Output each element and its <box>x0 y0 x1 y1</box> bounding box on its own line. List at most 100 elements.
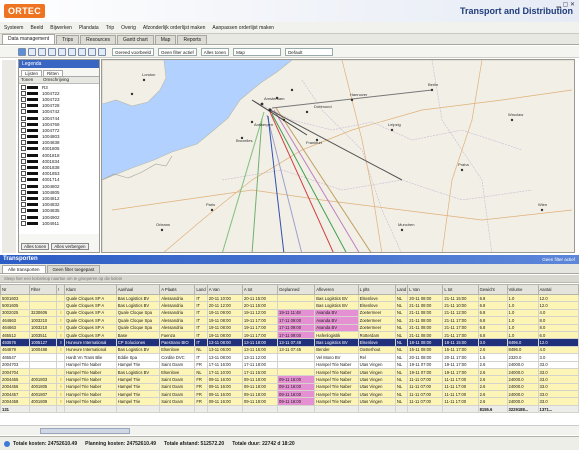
legend-col-omschrijving[interactable]: Omschrijving <box>43 77 69 83</box>
legend-checkbox[interactable] <box>21 220 26 226</box>
column-header[interactable]: Gewicht <box>477 284 508 295</box>
table-row[interactable]: 465512 1003511! Quale Cloques SP A Base Faen… <box>0 330 579 340</box>
horizontal-scrollbar[interactable] <box>0 425 579 435</box>
legend-checkbox[interactable] <box>21 165 26 171</box>
tab-map[interactable]: Map <box>154 35 177 44</box>
table-row[interactable]: 465547 Hardt Vn Trans Blie Eddie Spa Cordit… <box>0 353 579 362</box>
column-header[interactable]: Land <box>194 284 208 295</box>
legend-checkbox[interactable] <box>21 183 26 189</box>
column-header[interactable]: Aantal <box>537 284 579 295</box>
rectangle-tool-icon[interactable] <box>58 47 66 56</box>
tab-no-filter[interactable]: Geen filter toegepast <box>46 265 101 273</box>
column-header[interactable]: A Van <box>206 284 243 295</box>
column-header[interactable]: Aanhaal <box>115 284 161 295</box>
window-controls-icon[interactable]: ▁ ▢ ✕ <box>556 1 575 8</box>
column-header[interactable]: A tot <box>241 284 279 295</box>
select-tool-icon[interactable] <box>18 47 26 56</box>
legend-checkbox[interactable] <box>21 127 26 133</box>
table-row[interactable]: 5001605 Quale Cloques SP A Bas Logistics B… <box>0 301 579 310</box>
legend-checkbox[interactable] <box>21 177 26 183</box>
zoom-out-icon[interactable] <box>48 47 56 56</box>
legend-checkbox[interactable] <box>21 171 26 177</box>
table-row[interactable]: 493576 1005127! Huneure International CP So… <box>0 338 579 347</box>
legend-checkbox[interactable] <box>21 134 26 140</box>
show-all-button[interactable]: Alles tonen <box>21 243 50 250</box>
table-row[interactable]: 2004704 Hampel Trie Naber Bas Logistics BV… <box>0 367 579 377</box>
column-header[interactable]: Geplanned <box>277 284 316 295</box>
legend-tab-lijsten[interactable]: Lijsten <box>21 70 43 76</box>
menu-item-bijwerken[interactable]: Bijwerken <box>50 25 72 31</box>
legend-checkbox[interactable] <box>21 202 26 208</box>
column-header[interactable]: Nr <box>0 284 30 295</box>
column-header[interactable]: Filter <box>28 284 57 295</box>
table-row[interactable]: 3002025 3230606! Quale Cloques SP A Quale C… <box>0 308 579 318</box>
table-row[interactable]: 2004455 4001803! Hampel Trie Naber Hampel T… <box>0 375 579 384</box>
legend-col-tonen[interactable]: Tonen <box>19 77 43 83</box>
table-row[interactable]: 2004456 4001805! Hampel Trie Naber Hampel T… <box>0 382 579 392</box>
layers-icon[interactable] <box>78 47 86 56</box>
legend-checkbox[interactable] <box>21 189 26 195</box>
legend-checkbox[interactable] <box>21 121 26 127</box>
route-icon[interactable] <box>98 47 106 56</box>
column-header[interactable]: L tot <box>442 284 479 295</box>
legend-checkbox[interactable] <box>21 152 26 158</box>
menu-item-trip[interactable]: Trip <box>106 25 114 31</box>
tab-data-management[interactable]: Data management <box>2 34 56 44</box>
column-header[interactable]: L plts <box>357 284 396 295</box>
style-combo[interactable]: Default <box>285 47 334 56</box>
pan-tool-icon[interactable] <box>28 47 36 56</box>
column-header[interactable]: Volume <box>506 284 539 295</box>
filter-status[interactable]: Geen filter actief <box>542 255 575 264</box>
column-header[interactable]: ! <box>55 284 66 295</box>
table-row[interactable]: 464879 1000488! Huneure International Bas L… <box>0 345 579 355</box>
show-combo[interactable]: Alles tonen <box>200 47 230 56</box>
legend-checkbox[interactable] <box>21 84 26 90</box>
legend-checkbox[interactable] <box>21 96 26 102</box>
filter-combo[interactable]: Geen filter actief <box>158 47 197 56</box>
menu-item-systeem[interactable]: Systeem <box>4 25 23 31</box>
legend-checkbox[interactable] <box>21 103 26 109</box>
legend-checkbox[interactable] <box>21 90 26 96</box>
legend-checkbox[interactable] <box>21 115 26 121</box>
table-row[interactable]: 2004458 4001809! Hampel Trie Naber Hampel T… <box>0 397 579 406</box>
table-cell: Cordite DVC <box>159 353 196 362</box>
table-row[interactable]: 2004703 Hampel Trie Naber Hampel Trie Saint… <box>0 360 579 369</box>
legend-tab-ritten[interactable]: Ritten <box>43 70 63 76</box>
column-header[interactable]: A Plaats <box>159 284 196 295</box>
tab-reports[interactable]: Reports <box>177 35 207 44</box>
tab-gantt-chart[interactable]: Gantt chart <box>116 35 154 44</box>
menu-item-plandata[interactable]: Plandata <box>79 25 99 31</box>
table-row[interactable]: 2004457 4001807! Hampel Trie Naber Hampel T… <box>0 390 579 399</box>
legend-checkbox[interactable] <box>21 146 26 152</box>
legend-checkbox[interactable] <box>21 109 26 115</box>
search-icon[interactable] <box>68 47 76 56</box>
tab-all-transports[interactable]: Alle transporten <box>2 265 46 273</box>
legend-item[interactable]: 1004911 <box>19 220 99 226</box>
route-map[interactable]: London Amsterdam Antwerpen Hannover Leipzig… <box>101 59 575 253</box>
table-row[interactable]: 5001603 Quale Cloques SP A Bas Logistics B… <box>0 293 579 303</box>
legend-checkbox[interactable] <box>21 208 26 214</box>
legend-checkbox[interactable] <box>21 140 26 146</box>
menu-item-overig[interactable]: Overig <box>121 25 136 31</box>
column-header[interactable]: Land <box>394 284 409 295</box>
column-header[interactable]: Klant <box>64 284 117 295</box>
hide-all-button[interactable]: Alles verbergen <box>51 243 89 250</box>
view-combo[interactable]: Gereed voorbeeld <box>112 47 155 56</box>
legend-checkbox[interactable] <box>21 195 26 201</box>
refresh-icon[interactable] <box>88 47 96 56</box>
column-header[interactable]: L Van <box>407 284 444 295</box>
table-row[interactable]: 464663 1003210! Quale Cloques SP A Quale Cl… <box>0 323 579 332</box>
map-combo[interactable]: Map <box>233 47 282 56</box>
zoom-in-icon[interactable] <box>38 47 46 56</box>
tab-resources[interactable]: Resources <box>80 35 116 44</box>
group-by-bar[interactable]: Sleep hier een kolomkop naartoe om te gr… <box>0 275 579 283</box>
menu-item-orderlist-1[interactable]: Afzonderlijk orderlijst maken <box>143 25 206 31</box>
legend-checkbox[interactable] <box>21 158 26 164</box>
menu-item-beeld[interactable]: Beeld <box>30 25 43 31</box>
menu-item-orderlist-2[interactable]: Aanpassen orderlijst maken <box>212 25 274 31</box>
tab-trips[interactable]: Trips <box>56 35 80 44</box>
scroll-thumb[interactable] <box>40 428 130 434</box>
column-header[interactable]: Afleveren <box>314 284 359 295</box>
table-row[interactable]: 464663 1003210! Quale Cloques SP A Quale Cl… <box>0 316 579 325</box>
legend-checkbox[interactable] <box>21 214 26 220</box>
